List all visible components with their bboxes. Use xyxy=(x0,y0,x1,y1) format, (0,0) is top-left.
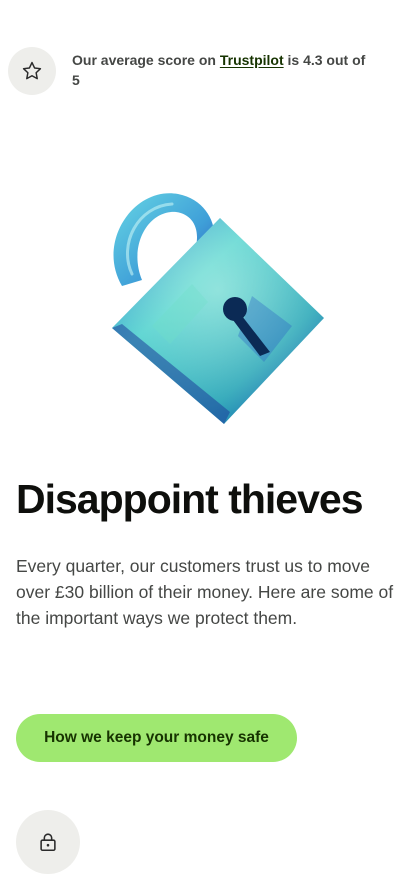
trustpilot-link[interactable]: Trustpilot xyxy=(220,52,284,68)
star-icon xyxy=(22,61,42,80)
page-headline: Disappoint thieves xyxy=(16,476,364,522)
star-icon-badge xyxy=(8,47,56,95)
keep-money-safe-button[interactable]: How we keep your money safe xyxy=(16,714,297,762)
trustpilot-score-text: Our average score on Trustpilot is 4.3 o… xyxy=(72,50,372,90)
trust-prefix: Our average score on xyxy=(72,52,220,68)
padlock-illustration xyxy=(92,176,332,436)
trustpilot-score-row: Our average score on Trustpilot is 4.3 o… xyxy=(8,46,408,96)
padlock-icon xyxy=(112,193,324,424)
lock-icon-badge xyxy=(16,810,80,874)
intro-paragraph: Every quarter, our customers trust us to… xyxy=(16,556,394,628)
lock-icon xyxy=(40,833,56,852)
